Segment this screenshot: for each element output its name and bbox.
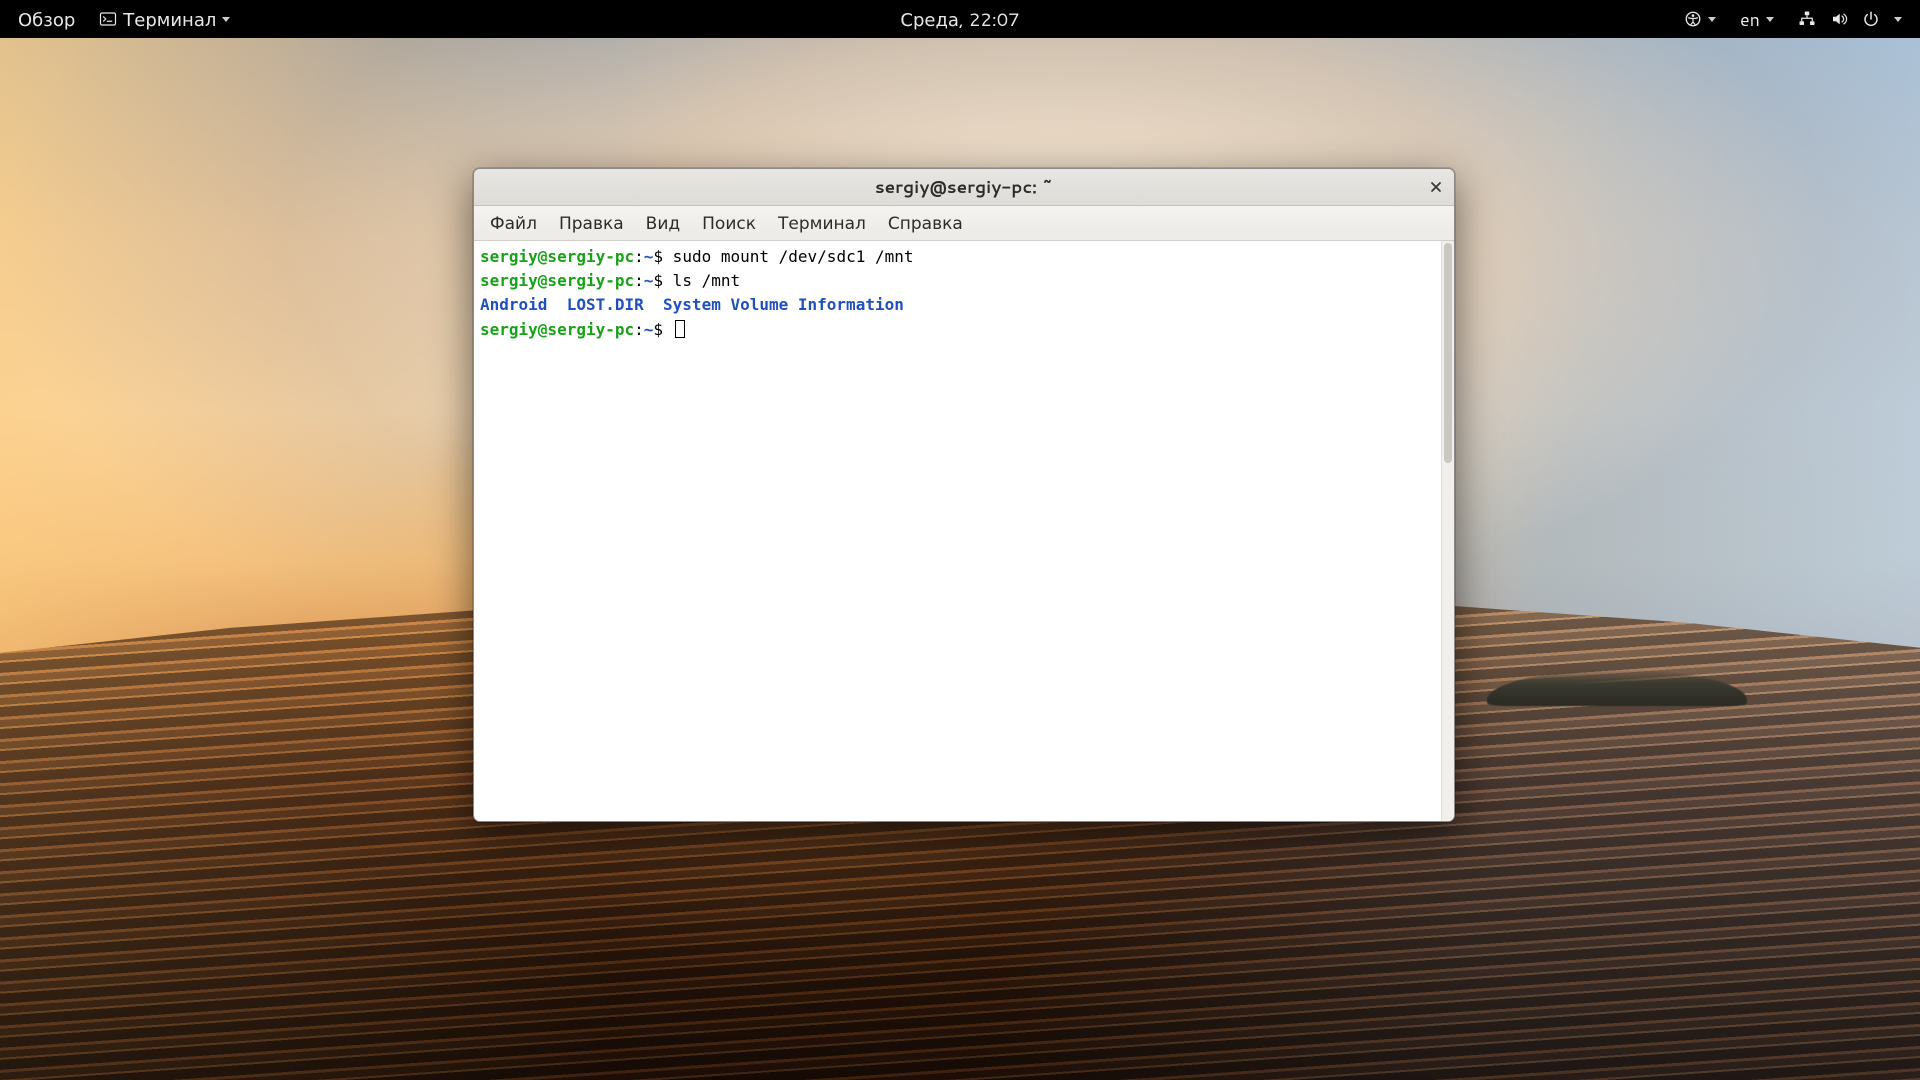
chevron-down-icon	[1894, 17, 1902, 22]
window-title: sergiy@sergiy-pc: ~	[875, 175, 1053, 199]
menu-view[interactable]: Вид	[636, 207, 690, 239]
activities-button[interactable]: Обзор	[8, 0, 85, 38]
activities-label: Обзор	[18, 6, 75, 32]
menu-terminal[interactable]: Терминал	[768, 207, 876, 239]
close-icon	[1430, 175, 1442, 199]
terminal-viewport[interactable]: sergiy@sergiy-pc:~$ sudo mount /dev/sdc1…	[474, 241, 1454, 821]
scrollbar-thumb[interactable]	[1444, 243, 1452, 463]
power-icon	[1862, 10, 1880, 28]
menu-search[interactable]: Поиск	[692, 207, 766, 239]
gnome-top-bar: Обзор Терминал Среда, 22:07 en	[0, 0, 1920, 38]
clock-button[interactable]: Среда, 22:07	[890, 0, 1029, 38]
chevron-down-icon	[222, 17, 230, 22]
chevron-down-icon	[1708, 17, 1716, 22]
chevron-down-icon	[1766, 17, 1774, 22]
menu-edit[interactable]: Правка	[549, 207, 634, 239]
menu-help[interactable]: Справка	[878, 207, 973, 239]
app-menu-button[interactable]: Терминал	[89, 0, 240, 38]
volume-icon	[1830, 10, 1848, 28]
terminal-scrollbar[interactable]	[1441, 241, 1454, 821]
network-wired-icon	[1798, 10, 1816, 28]
window-titlebar[interactable]: sergiy@sergiy-pc: ~	[474, 169, 1454, 206]
terminal-app-icon	[99, 10, 117, 28]
accessibility-icon	[1684, 10, 1702, 28]
app-menu-label: Терминал	[123, 6, 216, 32]
input-source-label: en	[1740, 6, 1760, 32]
terminal-menubar: Файл Правка Вид Поиск Терминал Справка	[474, 206, 1454, 241]
system-status-area[interactable]	[1788, 0, 1912, 38]
clock-label: Среда, 22:07	[900, 6, 1019, 32]
menu-file[interactable]: Файл	[480, 207, 547, 239]
window-close-button[interactable]	[1424, 175, 1448, 199]
terminal-text[interactable]: sergiy@sergiy-pc:~$ sudo mount /dev/sdc1…	[474, 241, 1442, 821]
input-source-menu[interactable]: en	[1730, 0, 1784, 38]
accessibility-menu[interactable]	[1674, 0, 1726, 38]
terminal-window: sergiy@sergiy-pc: ~ Файл Правка Вид Поис…	[473, 168, 1455, 822]
